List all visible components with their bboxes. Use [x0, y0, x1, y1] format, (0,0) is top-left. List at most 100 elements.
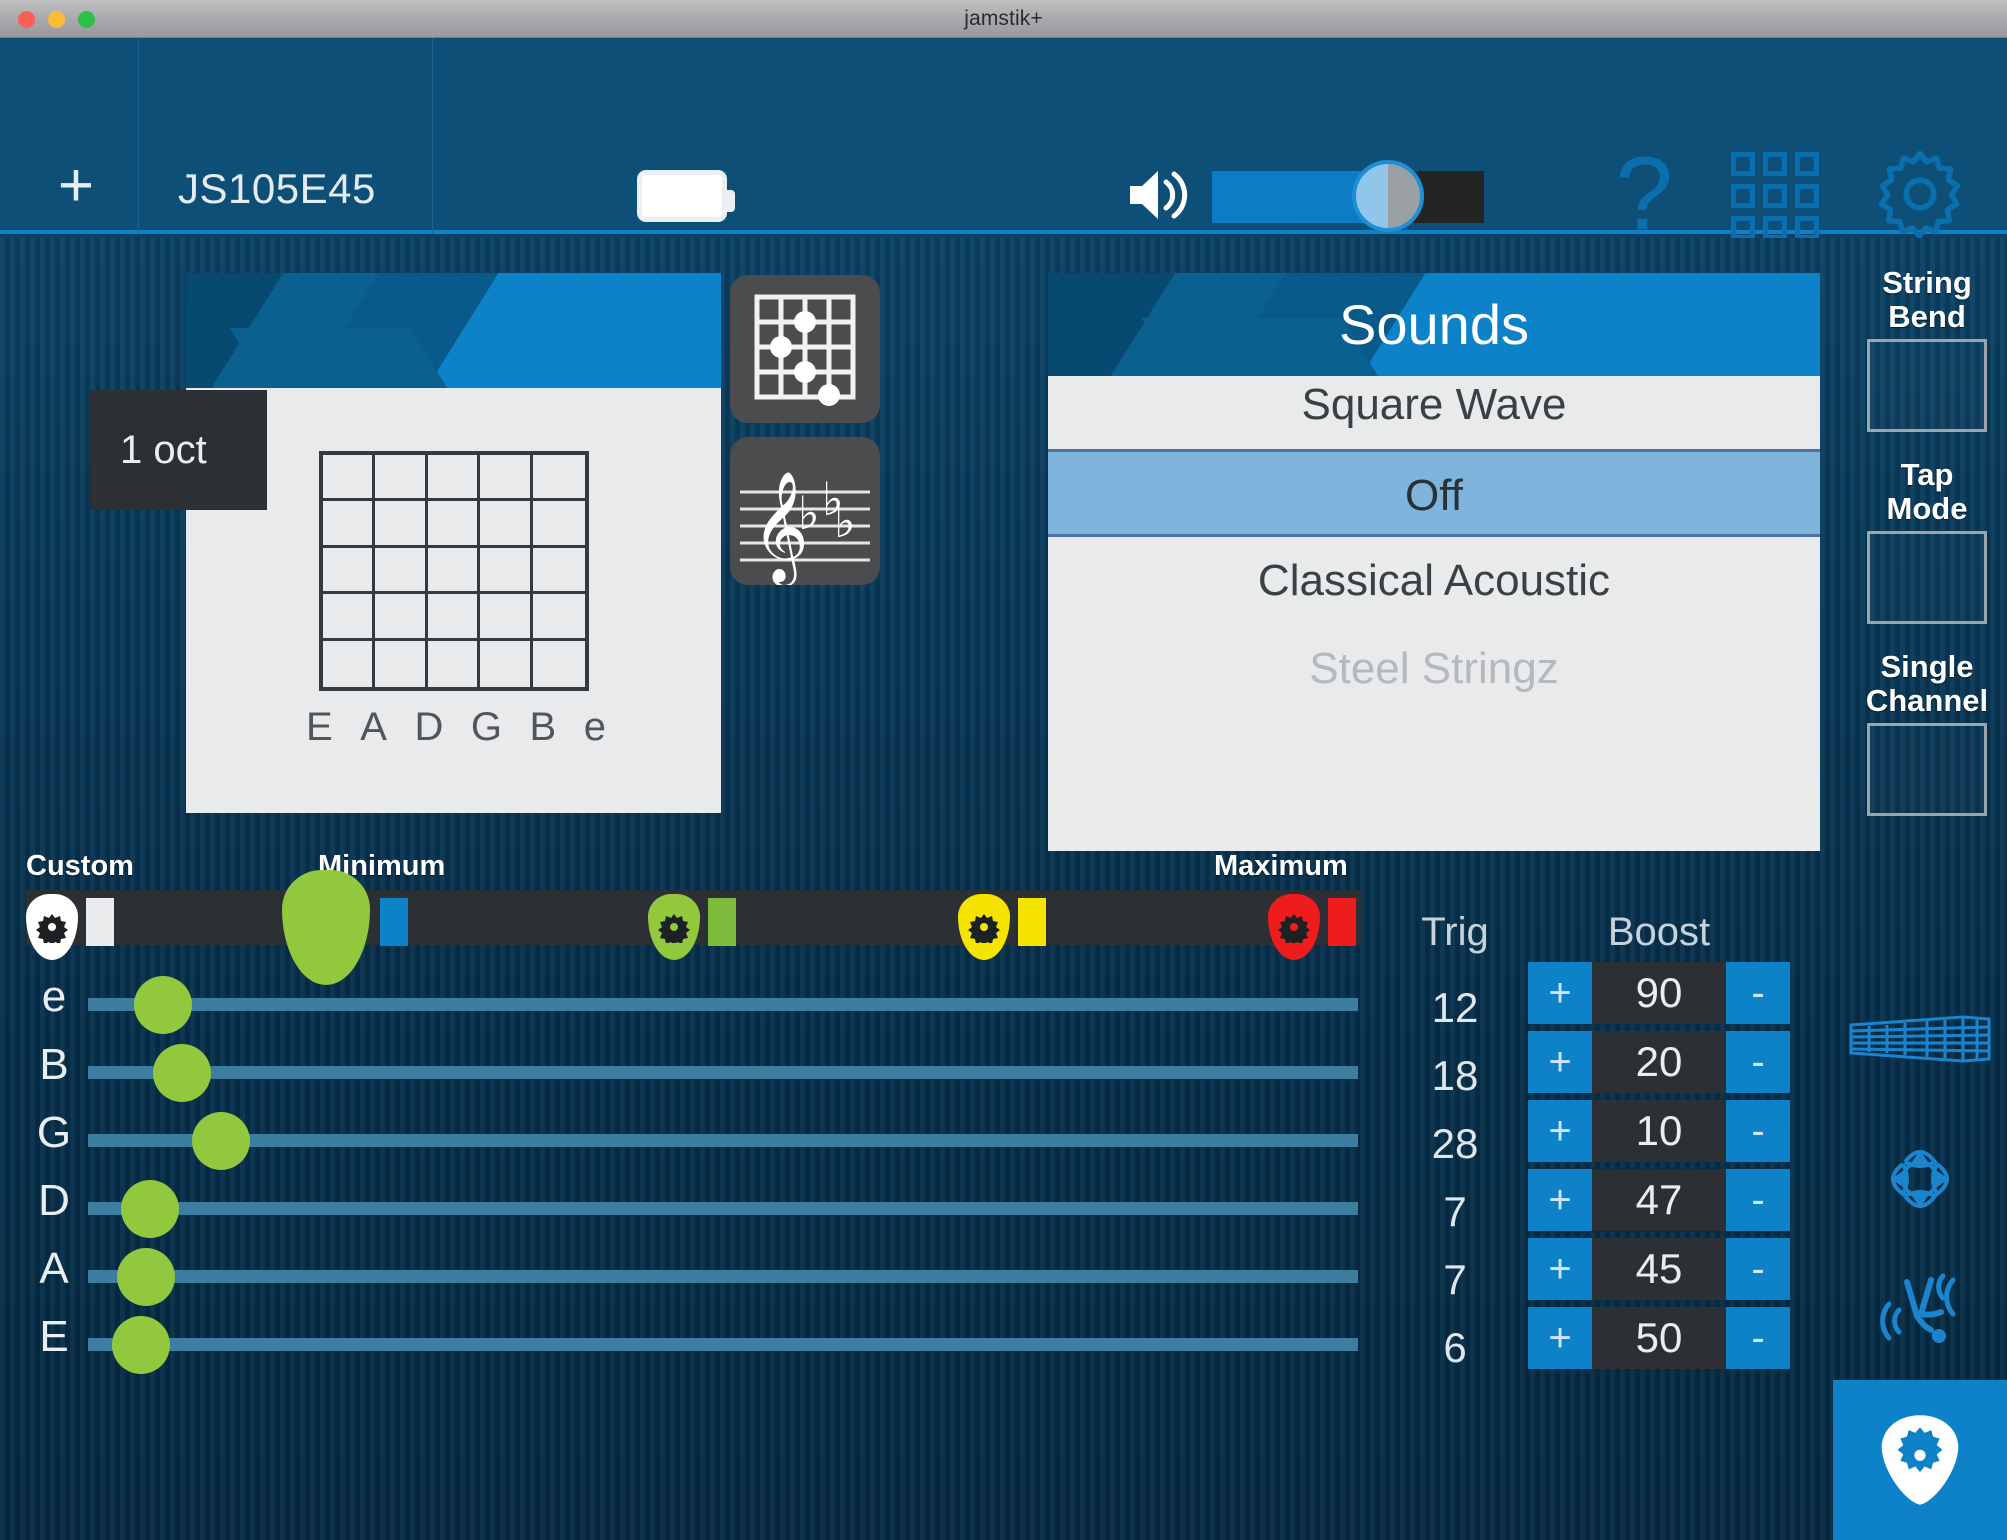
fret-cell[interactable] — [323, 455, 376, 502]
volume-slider-track[interactable] — [1212, 171, 1484, 223]
slider-thumb[interactable] — [121, 1180, 179, 1238]
boost-value: 50 — [1592, 1307, 1726, 1369]
preset-pick-maximum[interactable] — [1268, 894, 1320, 960]
fret-cell[interactable] — [375, 547, 428, 595]
slider-track[interactable] — [88, 998, 1358, 1011]
fret-cell[interactable] — [480, 501, 533, 548]
grid-cell — [1763, 184, 1787, 208]
grid-cell — [1763, 152, 1787, 176]
speaker-icon[interactable] — [1126, 166, 1188, 224]
sounds-title: Sounds — [1339, 293, 1529, 356]
fret-cell[interactable] — [532, 501, 585, 548]
preset-pick-custom[interactable] — [26, 894, 78, 960]
fret-cell[interactable] — [375, 455, 428, 502]
boost-increase-button[interactable]: + — [1528, 1238, 1592, 1300]
svg-text:♭: ♭ — [798, 486, 820, 540]
slider-track[interactable] — [88, 1338, 1358, 1351]
boost-decrease-button[interactable]: - — [1726, 1238, 1790, 1300]
fret-cell[interactable] — [375, 501, 428, 548]
slider-track[interactable] — [88, 1066, 1358, 1079]
pick-gear-icon[interactable] — [1833, 1380, 2007, 1540]
boost-increase-button[interactable]: + — [1528, 1169, 1592, 1231]
preset-pick-minimum[interactable] — [282, 870, 370, 985]
fret-cell[interactable] — [323, 547, 376, 595]
boost-increase-button[interactable]: + — [1528, 1307, 1592, 1369]
boost-decrease-button[interactable]: - — [1726, 1307, 1790, 1369]
chord-fret-grid[interactable] — [319, 451, 589, 691]
single-channel-checkbox[interactable] — [1867, 723, 1987, 816]
sheet-music-icon[interactable]: 𝄞 ♭ ♭ ♭ — [730, 437, 880, 587]
fretboard-icon[interactable] — [1833, 980, 2007, 1098]
volume-slider-thumb[interactable] — [1352, 160, 1424, 232]
slider-thumb[interactable] — [117, 1248, 175, 1306]
grid-cell — [1731, 152, 1755, 176]
fret-cell[interactable] — [427, 594, 481, 641]
feature-label-line: Bend — [1888, 299, 1966, 334]
fret-cell[interactable] — [375, 640, 428, 687]
fret-cell[interactable] — [427, 501, 481, 548]
slider-track[interactable] — [88, 1134, 1358, 1147]
boost-value: 20 — [1592, 1031, 1726, 1093]
gear-icon — [658, 914, 690, 943]
fret-cell[interactable] — [427, 455, 481, 502]
fret-cell[interactable] — [480, 455, 533, 502]
sounds-list-item[interactable]: Classical Acoustic — [1048, 537, 1820, 625]
gear-icon[interactable] — [1874, 148, 1966, 240]
chord-diagram-icon[interactable] — [730, 275, 880, 423]
header-divider — [138, 38, 139, 234]
boost-increase-button[interactable]: + — [1528, 1100, 1592, 1162]
preset-pick-medium[interactable] — [958, 894, 1010, 960]
slider-thumb[interactable] — [153, 1044, 211, 1102]
feature-label-line: String — [1882, 265, 1972, 300]
grid-cell — [1731, 184, 1755, 208]
sounds-list-item[interactable]: Steel Stringz — [1048, 625, 1820, 713]
trig-value: 18 — [1431, 1052, 1479, 1099]
help-icon[interactable]: ? — [1604, 142, 1684, 246]
boost-increase-button[interactable]: + — [1528, 1031, 1592, 1093]
fret-cell[interactable] — [480, 640, 533, 687]
preset-chip-low — [708, 898, 736, 946]
slider-track[interactable] — [88, 1202, 1358, 1215]
boost-decrease-button[interactable]: - — [1726, 1031, 1790, 1093]
grid-cell — [1795, 184, 1819, 208]
fret-cell[interactable] — [323, 501, 376, 548]
sounds-panel-header: Sounds — [1048, 273, 1820, 376]
fret-cell[interactable] — [427, 547, 481, 595]
boost-value: 47 — [1592, 1169, 1726, 1231]
fret-cell[interactable] — [428, 640, 481, 687]
fret-cell[interactable] — [375, 594, 428, 641]
fret-cell[interactable] — [532, 548, 585, 595]
tap-mode-checkbox[interactable] — [1867, 531, 1987, 624]
slider-thumb[interactable] — [134, 976, 192, 1034]
preset-pick-low[interactable] — [648, 894, 700, 960]
boost-decrease-button[interactable]: - — [1726, 962, 1790, 1024]
fret-cell[interactable] — [323, 594, 376, 641]
fret-cell[interactable] — [323, 640, 376, 687]
boost-row: + 50 - — [1528, 1307, 1790, 1369]
dpad-icon[interactable] — [1833, 1120, 2007, 1238]
slider-track[interactable] — [88, 1270, 1358, 1283]
fret-cell[interactable] — [480, 547, 533, 595]
boost-decrease-button[interactable]: - — [1726, 1100, 1790, 1162]
grid-icon[interactable] — [1731, 152, 1819, 240]
main-content: E A D G B e 1 oct 𝄞 ♭ ♭ ♭ Sounds Square … — [0, 238, 2007, 1540]
battery-icon — [637, 170, 735, 222]
feature-label-line: Single — [1880, 649, 1974, 684]
slider-thumb[interactable] — [112, 1316, 170, 1374]
trig-header: Trig — [1421, 910, 1489, 954]
string-bend-checkbox[interactable] — [1867, 339, 1987, 432]
app-header: + JS105E45 ? — [0, 38, 2007, 246]
preset-chip-medium — [1018, 898, 1046, 946]
add-device-button[interactable]: + — [46, 155, 106, 218]
string-labels: E A D G B e — [306, 705, 606, 750]
boost-decrease-button[interactable]: - — [1726, 1169, 1790, 1231]
fret-cell[interactable] — [532, 594, 585, 641]
tuning-fork-icon[interactable] — [1833, 1255, 2007, 1373]
sounds-list-item-selected[interactable]: Off — [1048, 449, 1820, 537]
fret-cell[interactable] — [533, 641, 585, 687]
boost-row: + 45 - — [1528, 1238, 1790, 1300]
fret-cell[interactable] — [532, 455, 585, 502]
boost-increase-button[interactable]: + — [1528, 962, 1592, 1024]
fret-cell[interactable] — [480, 594, 533, 641]
slider-thumb[interactable] — [192, 1112, 250, 1170]
